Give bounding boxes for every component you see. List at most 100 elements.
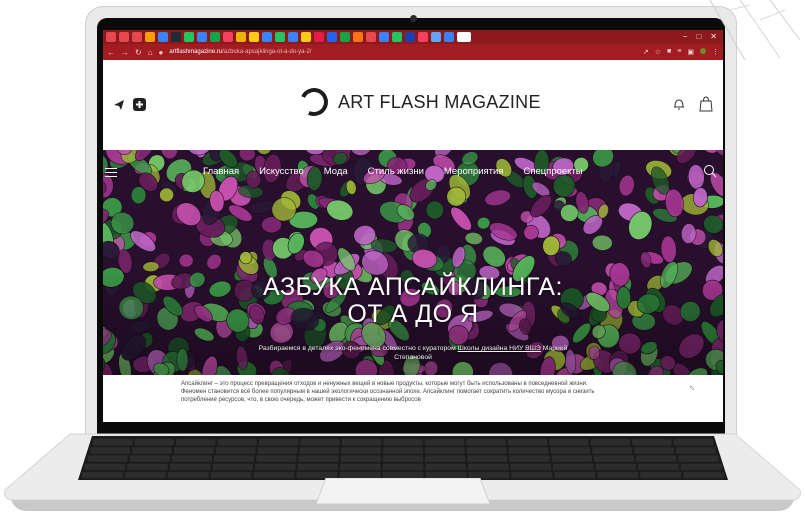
keyboard-key [673, 439, 713, 446]
reading-list-icon[interactable]: ≡ [677, 48, 681, 56]
tab-favicon[interactable] [171, 32, 181, 42]
nav-item-events[interactable]: Мероприятия [444, 166, 504, 177]
nav-item-lifestyle[interactable]: Стиль жизни [368, 166, 424, 177]
tab-favicon[interactable] [431, 32, 441, 42]
keyboard-key [466, 439, 506, 446]
forward-icon[interactable]: → [121, 48, 129, 57]
share-icon[interactable]: ↗ [643, 48, 649, 56]
keyboard-key [511, 471, 553, 479]
keyboard-key [632, 439, 672, 446]
tab-favicon[interactable] [353, 32, 363, 42]
logo-text: ART FLASH MAGAZINE [338, 91, 541, 112]
site-logo[interactable]: ART FLASH MAGAZINE [296, 84, 541, 120]
tab-favicon[interactable] [197, 32, 207, 42]
keyboard-key [551, 455, 592, 462]
keyboard-key [597, 471, 639, 479]
keyboard-key [341, 439, 382, 446]
keyboard-key [638, 463, 679, 471]
tab-favicon[interactable] [288, 32, 298, 42]
tab-active[interactable] [457, 32, 471, 42]
keyboard-key [592, 447, 633, 454]
tab-favicon[interactable] [106, 32, 116, 42]
back-icon[interactable]: ← [107, 48, 115, 57]
keyboard-key [549, 439, 589, 446]
nav-item-fashion[interactable]: Мода [324, 166, 348, 177]
telegram-icon[interactable] [113, 99, 125, 111]
tab-favicon[interactable] [392, 32, 402, 42]
tab-favicon[interactable] [132, 32, 142, 42]
keyboard-key [256, 455, 297, 462]
keyboard-key [509, 455, 550, 462]
keyboard-key [212, 463, 253, 471]
keyboard-key [175, 439, 216, 446]
maximize-icon[interactable]: □ [696, 32, 701, 42]
kebab-menu-icon[interactable]: ⋮ [712, 48, 719, 56]
tab-favicon[interactable] [327, 32, 337, 42]
tab-favicon[interactable] [249, 32, 259, 42]
home-icon[interactable]: ⌂ [148, 48, 153, 57]
tab-favicon[interactable] [210, 32, 220, 42]
profile-icon[interactable] [700, 48, 706, 56]
tab-favicon[interactable] [366, 32, 376, 42]
screen: − □ ✕ ← → ↻ ⌂ ● artflashmagazine.ru/azbu… [103, 30, 723, 422]
search-icon[interactable] [703, 164, 717, 178]
close-icon[interactable]: ✕ [710, 32, 717, 42]
keyboard-key [466, 447, 507, 454]
tab-favicon[interactable] [158, 32, 168, 42]
tab-favicon[interactable] [314, 32, 324, 42]
nav-item-art[interactable]: Искусство [259, 166, 304, 177]
article-title: АЗБУКА АПСАЙКЛИНГА: ОТ А ДО Я [103, 274, 723, 328]
keyboard-key [87, 455, 128, 462]
sidebar-icon[interactable]: ▣ [687, 48, 694, 56]
nav-items: Главная Искусство Мода Стиль жизни Мероп… [203, 166, 583, 177]
keyboard-key [127, 463, 168, 471]
tab-favicon[interactable] [145, 32, 155, 42]
article-subtitle: Разбираемся в деталях эко-феномена совме… [243, 344, 583, 362]
keyboard-key [134, 439, 174, 446]
keyboard-key [341, 447, 381, 454]
keyboard-key [215, 447, 256, 454]
tab-favicon[interactable] [184, 32, 194, 42]
school-link[interactable]: Школы дизайна НИУ ВШЭ [458, 345, 541, 352]
tab-favicon[interactable] [119, 32, 129, 42]
keyboard-key [425, 455, 466, 462]
keyboard-key [210, 471, 252, 479]
shopping-bag-icon[interactable] [699, 96, 713, 112]
nav-item-special-projects[interactable]: Спецпроекты [523, 166, 582, 177]
keyboard-key [340, 455, 381, 462]
bell-icon[interactable] [673, 97, 685, 111]
keyboard-key [595, 463, 637, 471]
browser-toolbar: ← → ↻ ⌂ ● artflashmagazine.ru/azbuka-aps… [103, 44, 723, 60]
tab-favicon[interactable] [275, 32, 285, 42]
tab-favicon[interactable] [405, 32, 415, 42]
tab-favicon[interactable] [223, 32, 233, 42]
tab-favicon[interactable] [236, 32, 246, 42]
tab-favicon[interactable] [340, 32, 350, 42]
keyboard-key [167, 471, 209, 479]
keyboard-key [383, 439, 423, 446]
minimize-icon[interactable]: − [683, 32, 688, 42]
keyboard-key [507, 439, 548, 446]
keyboard-key [508, 447, 549, 454]
extension-icon[interactable]: ■ [667, 48, 671, 56]
browser-tools: ↗ ☆ ■ ≡ ▣ ⋮ [643, 48, 719, 56]
keyboard-key [594, 455, 635, 462]
menu-icon[interactable] [105, 168, 117, 180]
keyboard-key [297, 463, 339, 471]
mouse-cursor-icon: ⬁ [689, 385, 695, 392]
address-field[interactable]: artflashmagazine.ru/azbuka-apsajklinga-o… [169, 49, 311, 55]
keyboard-key [340, 463, 381, 471]
tab-favicon[interactable] [418, 32, 428, 42]
tab-favicon[interactable] [301, 32, 311, 42]
tab-favicon[interactable] [444, 32, 454, 42]
nav-item-home[interactable]: Главная [203, 166, 239, 177]
tab-favicon[interactable] [379, 32, 389, 42]
keyboard-key [553, 463, 594, 471]
reload-icon[interactable]: ↻ [135, 48, 142, 57]
keyboard-key [257, 447, 298, 454]
trackpad [316, 478, 490, 504]
tab-favicon[interactable] [262, 32, 272, 42]
star-icon[interactable]: ☆ [655, 48, 661, 56]
keyboard-key [299, 447, 340, 454]
plus-box-icon[interactable] [133, 98, 146, 111]
